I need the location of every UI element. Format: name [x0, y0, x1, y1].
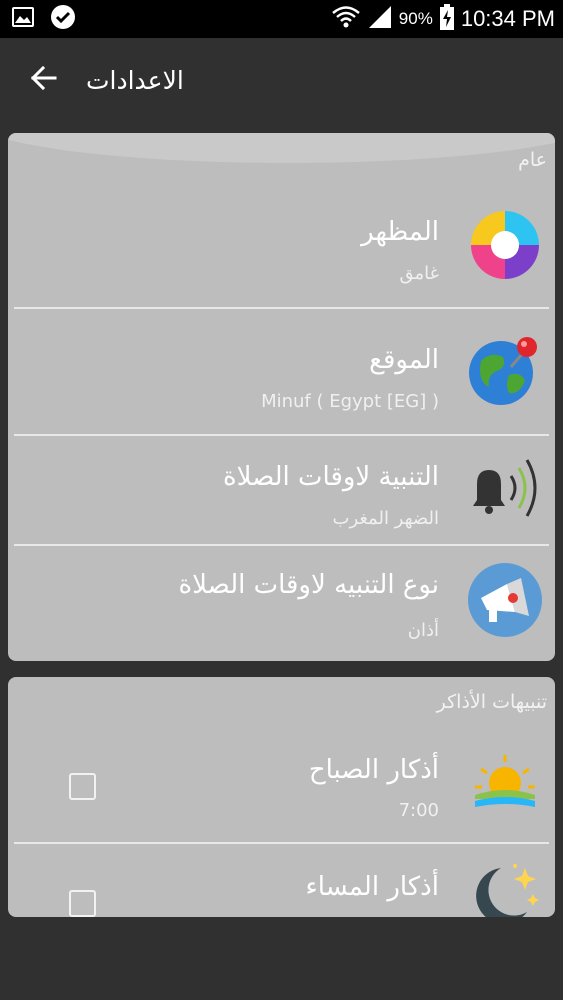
setting-location-title: الموقع	[369, 345, 439, 375]
setting-evening-adhkar[interactable]: أذكار المساء	[8, 844, 555, 917]
evening-adhkar-checkbox[interactable]	[69, 890, 96, 917]
bottom-area	[0, 917, 563, 1000]
section-title-adhkar: تنبيهات الأذاكر	[436, 691, 547, 713]
setting-morning-adhkar-title: أذكار الصباح	[308, 755, 439, 785]
setting-theme[interactable]: المظهر غامق	[8, 193, 555, 307]
theme-icon	[467, 207, 543, 283]
setting-evening-adhkar-title: أذكار المساء	[305, 872, 439, 902]
check-circle-icon	[50, 4, 76, 34]
wifi-icon	[331, 4, 361, 34]
setting-theme-title: المظهر	[361, 217, 439, 247]
setting-morning-adhkar-time: 7:00	[398, 800, 439, 821]
setting-alert-type-title: نوع التنبيه لاوقات الصلاة	[178, 570, 439, 600]
battery-charging-icon	[439, 3, 455, 35]
signal-icon	[367, 4, 393, 34]
bell-icon	[467, 448, 543, 524]
setting-prayer-alerts[interactable]: التنبية لاوقات الصلاة الضهر المغرب	[8, 436, 555, 544]
megaphone-icon	[467, 562, 543, 638]
setting-location[interactable]: الموقع Minuf ( Egypt [EG] )	[8, 309, 555, 435]
status-bar: 90% 10:34 PM	[0, 0, 563, 38]
setting-alert-type[interactable]: نوع التنبيه لاوقات الصلاة أذان	[8, 546, 555, 661]
toolbar: الاعدادات	[0, 38, 563, 122]
gallery-icon	[10, 4, 36, 34]
morning-adhkar-checkbox[interactable]	[69, 773, 96, 800]
back-button[interactable]	[16, 52, 72, 108]
setting-theme-value: غامق	[399, 263, 439, 284]
section-title-general: عام	[518, 149, 547, 171]
setting-prayer-alerts-title: التنبية لاوقات الصلاة	[222, 462, 439, 492]
card-header-decoration	[8, 133, 555, 163]
setting-prayer-alerts-value: الضهر المغرب	[332, 508, 440, 529]
setting-morning-adhkar[interactable]: أذكار الصباح 7:00	[8, 727, 555, 842]
globe-pin-icon	[467, 331, 543, 407]
sunrise-icon	[467, 749, 543, 825]
setting-alert-type-value: أذان	[407, 620, 439, 641]
general-settings-card: عام المظهر غامق الموقع Minuf (Egypt [EG…	[8, 133, 555, 661]
clock: 10:34 PM	[460, 6, 555, 31]
page-title: الاعدادات	[86, 65, 184, 95]
battery-percent: 90%	[398, 9, 433, 28]
moon-stars-icon	[467, 858, 543, 917]
adhkar-alerts-card: تنبيهات الأذاكر أذكار الصباح 7:00 أذكار …	[8, 677, 555, 917]
setting-location-value: Minuf ( Egypt [EG] )	[261, 391, 439, 412]
arrow-back-icon	[29, 63, 59, 97]
